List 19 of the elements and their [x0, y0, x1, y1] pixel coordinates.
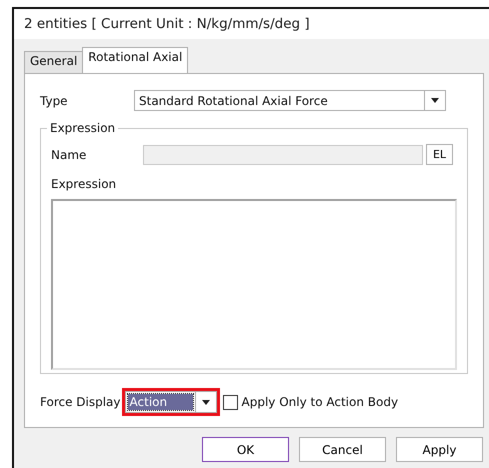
dialog-button[interactable]: Apply [396, 437, 483, 462]
tab[interactable]: Rotational Axial [82, 47, 188, 73]
type-dropdown[interactable]: Standard Rotational Axial Force [134, 90, 446, 111]
group-title: Expression [47, 121, 118, 135]
caret-icon [202, 400, 210, 404]
window-title: 2 entities [ Current Unit : N/kg/mm/s/deg ] [24, 16, 310, 32]
checkbox[interactable] [222, 394, 238, 410]
dialog-button[interactable]: OK [202, 437, 289, 462]
name-label: Name [51, 148, 88, 162]
tab[interactable]: General [24, 51, 84, 73]
el-button[interactable]: EL [426, 144, 453, 165]
force-display-label: Force Display [40, 395, 121, 409]
expression-field[interactable] [51, 199, 457, 370]
force-display-dropdown[interactable]: Action [124, 391, 217, 413]
expression-label: Expression [51, 177, 116, 191]
dialog-button[interactable]: Cancel [299, 437, 386, 462]
caret-icon [431, 98, 439, 103]
type-label: Type [40, 94, 69, 108]
checkbox-label[interactable]: Apply Only to Action Body [242, 395, 398, 409]
